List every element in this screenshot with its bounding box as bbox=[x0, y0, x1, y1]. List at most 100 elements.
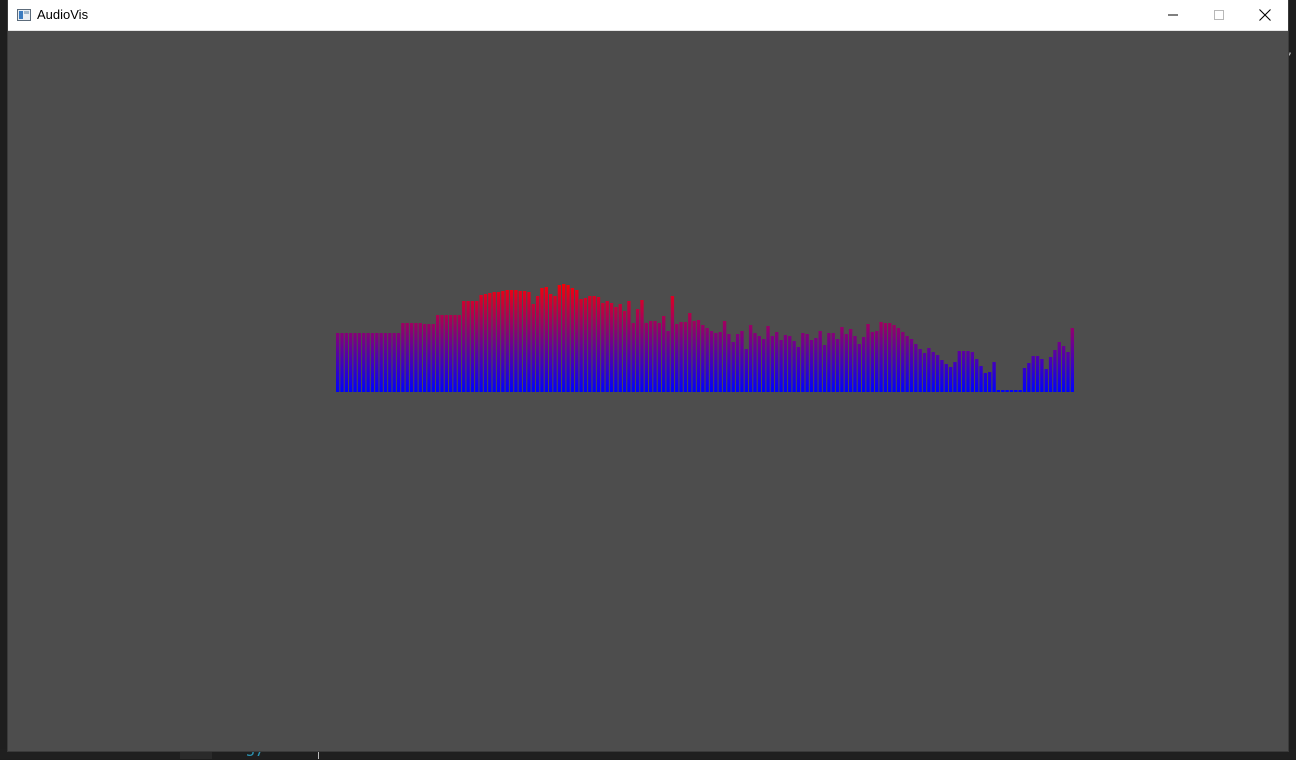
spectrum-bar bbox=[549, 294, 553, 392]
spectrum-bar bbox=[1005, 390, 1009, 392]
spectrum-bar bbox=[714, 333, 718, 392]
spectrum-bar bbox=[583, 298, 588, 392]
spectrum-bar bbox=[909, 339, 914, 392]
spectrum-bar bbox=[427, 324, 431, 392]
spectrum-bar bbox=[605, 301, 609, 392]
spectrum-bar bbox=[788, 336, 792, 392]
spectrum-bar bbox=[762, 339, 766, 392]
close-button[interactable] bbox=[1242, 0, 1288, 30]
title-bar[interactable]: AudioVis bbox=[8, 0, 1288, 31]
spectrum-bar bbox=[948, 367, 953, 392]
spectrum-bar bbox=[975, 359, 979, 392]
spectrum-bar bbox=[505, 290, 509, 392]
spectrum-bar bbox=[961, 351, 966, 392]
spectrum-bar bbox=[1014, 390, 1018, 392]
spectrum-bar bbox=[392, 333, 396, 392]
spectrum-bar bbox=[640, 300, 644, 392]
spectrum-bar bbox=[435, 315, 440, 392]
spectrum-bar bbox=[483, 294, 488, 392]
spectrum-bar bbox=[840, 327, 844, 392]
spectrum-bar bbox=[783, 335, 788, 392]
spectrum-bar bbox=[901, 332, 905, 392]
spectrum-bar bbox=[557, 285, 562, 392]
spectrum-bar bbox=[822, 345, 827, 392]
spectrum-bar bbox=[618, 304, 622, 392]
spectrum-bar bbox=[422, 324, 427, 392]
spectrum-bar bbox=[792, 341, 796, 392]
maximize-button[interactable] bbox=[1196, 0, 1242, 30]
spectrum-bar bbox=[531, 304, 535, 392]
spectrum-bar bbox=[953, 362, 957, 392]
spectrum-bar bbox=[688, 313, 692, 392]
spectrum-bar bbox=[853, 336, 857, 392]
spectrum-bar bbox=[627, 301, 631, 392]
spectrum-bar bbox=[718, 332, 722, 392]
spectrum-bar bbox=[875, 331, 879, 392]
spectrum-bar bbox=[653, 321, 657, 392]
background-text-cursor bbox=[318, 750, 319, 759]
spectrum-bar bbox=[579, 299, 583, 392]
spectrum-bar bbox=[575, 290, 579, 392]
spectrum-bar bbox=[544, 287, 549, 392]
spectrum-bar bbox=[748, 325, 753, 392]
spectrum-bar bbox=[388, 333, 392, 392]
spectrum-bar bbox=[666, 331, 670, 392]
spectrum-bar bbox=[1057, 342, 1061, 392]
spectrum-bar bbox=[922, 353, 927, 392]
spectrum-bar bbox=[992, 362, 996, 392]
spectrum-bar bbox=[353, 333, 357, 392]
spectrum-bar bbox=[540, 288, 544, 392]
spectrum-bar bbox=[888, 323, 892, 392]
visualizer-canvas-area bbox=[8, 31, 1288, 751]
spectrum-bar bbox=[1066, 352, 1070, 392]
spectrum-bar bbox=[631, 323, 635, 392]
spectrum-bar bbox=[401, 323, 405, 392]
spectrum-bar bbox=[357, 333, 362, 392]
spectrum-bar bbox=[375, 333, 379, 392]
spectrum-bar bbox=[553, 296, 557, 392]
spectrum-bar bbox=[935, 355, 940, 392]
spectrum-bar bbox=[596, 297, 601, 392]
spectrum-bar bbox=[562, 284, 566, 392]
close-icon bbox=[1259, 9, 1271, 21]
spectrum-bar bbox=[644, 323, 648, 392]
spectrum-bar bbox=[1061, 346, 1066, 392]
app-window-icon bbox=[17, 9, 31, 21]
spectrum-bars bbox=[336, 284, 1074, 392]
spectrum-bar bbox=[927, 348, 931, 392]
spectrum-bar bbox=[379, 333, 383, 392]
window-title: AudioVis bbox=[37, 7, 89, 22]
spectrum-bar bbox=[979, 366, 983, 392]
spectrum-bar bbox=[879, 322, 883, 392]
spectrum-bar bbox=[1035, 356, 1040, 392]
spectrum-bar bbox=[609, 303, 614, 392]
maximize-icon bbox=[1214, 10, 1224, 20]
audiovis-window: AudioVis bbox=[8, 0, 1288, 751]
spectrum-bar bbox=[914, 344, 918, 392]
spectrum-bar bbox=[679, 322, 683, 392]
spectrum-bar bbox=[444, 315, 449, 392]
spectrum-bar bbox=[731, 342, 735, 392]
spectrum-bar bbox=[418, 323, 422, 392]
spectrum-bar bbox=[514, 290, 518, 392]
spectrum-bar bbox=[775, 332, 779, 392]
spectrum-bar bbox=[1070, 328, 1074, 392]
spectrum-bar bbox=[740, 331, 744, 392]
minimize-button[interactable] bbox=[1150, 0, 1196, 30]
spectrum-bar bbox=[366, 333, 370, 392]
spectrum-bar bbox=[805, 334, 809, 392]
spectrum-bar bbox=[670, 296, 675, 392]
spectrum-bar bbox=[396, 333, 401, 392]
spectrum-bar bbox=[1001, 390, 1005, 392]
spectrum-bar bbox=[1031, 356, 1035, 392]
spectrum-bar bbox=[1048, 357, 1053, 392]
spectrum-bar bbox=[592, 296, 596, 392]
spectrum-bar bbox=[796, 347, 801, 392]
spectrum-bar bbox=[1009, 390, 1014, 392]
spectrum-bar bbox=[996, 390, 1001, 392]
spectrum-bar bbox=[957, 351, 961, 392]
spectrum-bar bbox=[431, 324, 435, 392]
spectrum-bar bbox=[453, 315, 457, 392]
spectrum-bar bbox=[705, 328, 709, 392]
background-comma-glyph: , bbox=[1288, 43, 1292, 57]
